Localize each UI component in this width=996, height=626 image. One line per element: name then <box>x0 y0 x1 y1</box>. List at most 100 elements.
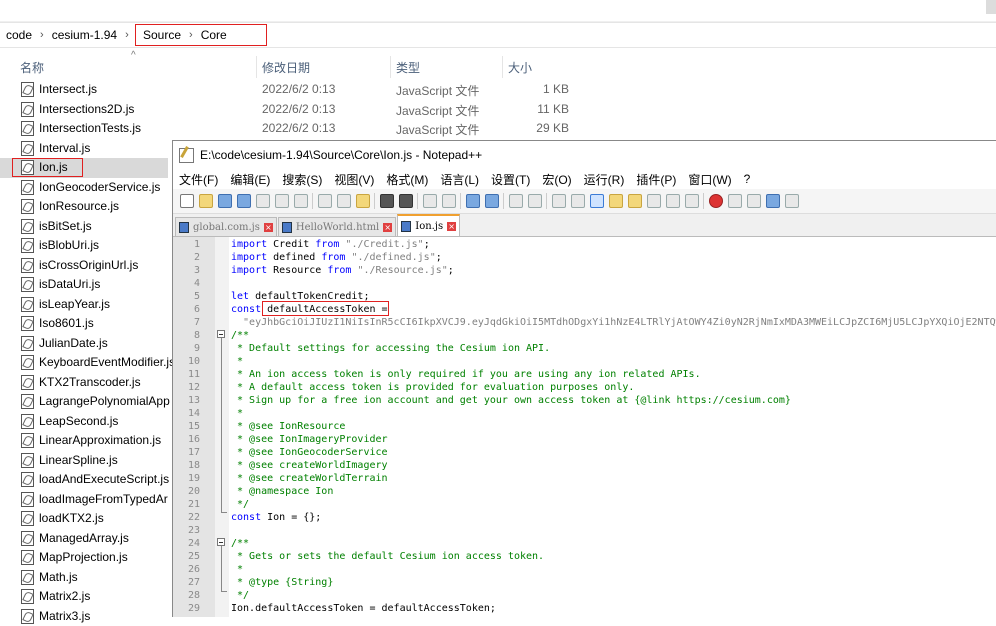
tab-label[interactable]: global.com.js <box>193 222 260 233</box>
menu-item[interactable]: 插件(P) <box>630 171 682 188</box>
cut-icon[interactable] <box>318 194 332 208</box>
breadcrumb-source[interactable]: Source <box>139 28 185 42</box>
file-name[interactable]: isLeapYear.js <box>39 297 110 311</box>
column-divider[interactable] <box>502 56 503 78</box>
tab-label[interactable]: Ion.js <box>415 221 443 232</box>
record-macro-icon[interactable] <box>709 194 723 208</box>
address-bar[interactable]: code › cesium-1.94 › Source › Core <box>0 22 996 48</box>
redo-icon[interactable] <box>399 194 413 208</box>
menu-item[interactable]: ? <box>738 172 757 186</box>
file-name[interactable]: loadImageFromTypedAr <box>39 492 168 506</box>
file-name[interactable]: isCrossOriginUrl.js <box>39 258 138 272</box>
replace-icon[interactable] <box>442 194 456 208</box>
indent-guide-icon[interactable] <box>590 194 604 208</box>
close-file-icon[interactable] <box>256 194 270 208</box>
doc-map-icon[interactable] <box>628 194 642 208</box>
sync-vertical-icon[interactable] <box>509 194 523 208</box>
word-wrap-icon[interactable] <box>552 194 566 208</box>
file-name[interactable]: isDataUri.js <box>39 277 100 291</box>
close-tab-icon[interactable]: × <box>264 223 273 232</box>
chevron-right-icon[interactable]: › <box>36 29 48 41</box>
close-tab-icon[interactable]: × <box>447 222 456 231</box>
find-icon[interactable] <box>423 194 437 208</box>
menu-item[interactable]: 视图(V) <box>328 171 380 188</box>
file-name[interactable]: KeyboardEventModifier.js <box>39 355 175 369</box>
file-row[interactable]: IntersectionTests.js2022/6/2 0:13JavaScr… <box>0 119 996 139</box>
menu-item[interactable]: 窗口(W) <box>682 171 737 188</box>
menu-item[interactable]: 编辑(E) <box>224 171 276 188</box>
breadcrumb-code[interactable]: code <box>2 28 36 42</box>
function-list-icon[interactable] <box>647 194 661 208</box>
monitor-icon[interactable] <box>685 194 699 208</box>
menu-item[interactable]: 文件(F) <box>173 171 224 188</box>
file-name[interactable]: IntersectionTests.js <box>39 121 141 135</box>
undo-icon[interactable] <box>380 194 394 208</box>
zoom-in-icon[interactable] <box>466 194 480 208</box>
breadcrumb-core[interactable]: Core <box>197 28 231 42</box>
chevron-right-icon[interactable]: › <box>121 29 133 41</box>
sync-horizontal-icon[interactable] <box>528 194 542 208</box>
folder-workspace-icon[interactable] <box>666 194 680 208</box>
file-name[interactable]: Iso8601.js <box>39 316 94 330</box>
scrollbar-thumb[interactable] <box>986 0 996 14</box>
file-tab[interactable]: HelloWorld.html × <box>278 217 396 236</box>
file-name[interactable]: Intersections2D.js <box>39 102 134 116</box>
menu-item[interactable]: 宏(O) <box>536 171 577 188</box>
show-all-chars-icon[interactable] <box>571 194 585 208</box>
save-macro-icon[interactable] <box>785 194 799 208</box>
file-name[interactable]: Interval.js <box>39 141 90 155</box>
menu-item[interactable]: 搜索(S) <box>276 171 328 188</box>
file-name[interactable]: JulianDate.js <box>39 336 108 350</box>
file-name[interactable]: loadKTX2.js <box>39 511 104 525</box>
run-macro-multiple-icon[interactable] <box>766 194 780 208</box>
menu-item[interactable]: 格式(M) <box>380 171 434 188</box>
file-name[interactable]: IonGeocoderService.js <box>39 180 160 194</box>
breadcrumb-cesium[interactable]: cesium-1.94 <box>48 28 121 42</box>
column-header-name[interactable]: 名称 <box>20 56 44 78</box>
column-divider[interactable] <box>390 56 391 78</box>
save-icon[interactable] <box>218 194 232 208</box>
file-name[interactable]: KTX2Transcoder.js <box>39 375 141 389</box>
close-tab-icon[interactable]: × <box>383 223 392 232</box>
menu-item[interactable]: 运行(R) <box>578 171 631 188</box>
file-row[interactable]: Ion.js <box>0 158 168 178</box>
file-name[interactable]: IonResource.js <box>39 199 119 213</box>
stop-macro-icon[interactable] <box>728 194 742 208</box>
user-language-icon[interactable] <box>609 194 623 208</box>
column-header-type[interactable]: 类型 <box>396 56 420 78</box>
code-editor[interactable]: 1import Credit from "./Credit.js";2impor… <box>173 237 996 617</box>
file-name[interactable]: Math.js <box>39 570 78 584</box>
file-name[interactable]: LinearApproximation.js <box>39 433 161 447</box>
column-header-date[interactable]: 修改日期 <box>262 56 310 78</box>
tab-label[interactable]: HelloWorld.html <box>296 222 379 233</box>
copy-icon[interactable] <box>337 194 351 208</box>
file-tab[interactable]: global.com.js × <box>175 217 277 236</box>
file-name[interactable]: isBlobUri.js <box>39 238 99 252</box>
menu-item[interactable]: 语言(L) <box>434 171 485 188</box>
open-file-icon[interactable] <box>199 194 213 208</box>
file-name[interactable]: LeapSecond.js <box>39 414 118 428</box>
column-header-size[interactable]: 大小 <box>508 56 532 78</box>
zoom-out-icon[interactable] <box>485 194 499 208</box>
menu-item[interactable]: 设置(T) <box>485 171 536 188</box>
file-name[interactable]: Matrix2.js <box>39 589 90 603</box>
new-file-icon[interactable] <box>180 194 194 208</box>
file-tab[interactable]: Ion.js × <box>397 214 460 236</box>
close-all-icon[interactable] <box>275 194 289 208</box>
file-name[interactable]: ManagedArray.js <box>39 531 129 545</box>
save-all-icon[interactable] <box>237 194 251 208</box>
file-name[interactable]: Intersect.js <box>39 82 97 96</box>
file-row[interactable]: Intersections2D.js2022/6/2 0:13JavaScrip… <box>0 100 996 120</box>
file-name[interactable]: LagrangePolynomialApp <box>39 394 170 408</box>
print-icon[interactable] <box>294 194 308 208</box>
file-name[interactable]: isBitSet.js <box>39 219 92 233</box>
file-name[interactable]: loadAndExecuteScript.js <box>39 472 169 486</box>
file-name[interactable]: LinearSpline.js <box>39 453 118 467</box>
file-name[interactable]: MapProjection.js <box>39 550 128 564</box>
paste-icon[interactable] <box>356 194 370 208</box>
notepad-titlebar[interactable]: E:\code\cesium-1.94\Source\Core\Ion.js -… <box>173 141 996 169</box>
chevron-right-icon[interactable]: › <box>185 29 197 41</box>
file-row[interactable]: Intersect.js2022/6/2 0:13JavaScript 文件1 … <box>0 80 996 100</box>
column-divider[interactable] <box>256 56 257 78</box>
play-macro-icon[interactable] <box>747 194 761 208</box>
